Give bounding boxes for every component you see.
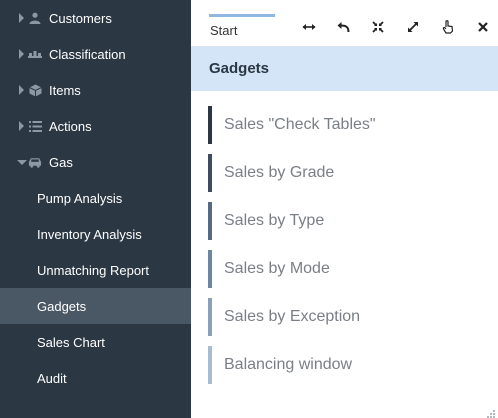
sidebar-item-label: Unmatching Report (37, 262, 149, 278)
resize-grip-icon[interactable] (486, 406, 496, 418)
tab-bar: Start (191, 0, 498, 46)
sidebar-item-items[interactable]: Items (0, 72, 191, 108)
sidebar-item-unmatching-report[interactable]: Unmatching Report (0, 252, 191, 288)
sidebar-item-label: Gas (49, 154, 73, 170)
main-panel: Start Gadgets Sales "Check Tables" Sales … (191, 0, 498, 418)
gadget-label: Balancing window (224, 356, 353, 373)
sidebar-item-actions[interactable]: Actions (0, 108, 191, 144)
gadget-label: Sales by Mode (224, 260, 330, 277)
sidebar-item-pump-analysis[interactable]: Pump Analysis (0, 180, 191, 216)
gadget-item[interactable]: Sales by Mode (208, 250, 478, 288)
compress-icon[interactable] (368, 17, 388, 37)
swap-horizontal-icon[interactable] (299, 17, 319, 37)
gadget-label: Sales by Type (224, 212, 325, 229)
cube-icon (28, 83, 42, 97)
list-icon (28, 119, 42, 133)
gadget-item[interactable]: Sales by Grade (208, 154, 478, 192)
sidebar-item-gas[interactable]: Gas (0, 144, 191, 180)
gadget-accent-bar (208, 154, 212, 192)
gadget-accent-bar (208, 250, 212, 288)
close-icon[interactable] (473, 17, 493, 37)
gadget-label: Sales by Exception (224, 308, 361, 325)
sidebar-item-inventory-analysis[interactable]: Inventory Analysis (0, 216, 191, 252)
classification-icon (28, 47, 42, 61)
sidebar-item-label: Actions (49, 118, 92, 134)
gadget-accent-bar (208, 346, 212, 384)
sidebar-item-label: Pump Analysis (37, 190, 123, 206)
gadget-item[interactable]: Sales "Check Tables" (208, 106, 478, 144)
sidebar-item-label: Sales Chart (37, 334, 105, 350)
gadget-item[interactable]: Balancing window (208, 346, 478, 384)
gadget-accent-bar (208, 202, 212, 240)
sidebar-item-label: Items (49, 82, 81, 98)
sidebar-item-label: Audit (37, 370, 67, 386)
page-title: Gadgets (191, 46, 498, 91)
sidebar-item-gadgets[interactable]: Gadgets (0, 288, 191, 324)
gadget-item[interactable]: Sales by Exception (208, 298, 478, 336)
sidebar-item-label: Classification (49, 46, 126, 62)
person-icon (28, 11, 42, 25)
expand-icon[interactable] (403, 17, 423, 37)
sidebar-item-label: Customers (49, 10, 112, 26)
tab-start[interactable]: Start (209, 14, 275, 46)
gadget-label: Sales "Check Tables" (224, 116, 376, 133)
hand-pointer-icon[interactable] (438, 17, 458, 37)
undo-icon[interactable] (333, 17, 353, 37)
gadget-accent-bar (208, 106, 212, 144)
sidebar: Customers Classification Items Actions G… (0, 0, 191, 418)
sidebar-item-sales-chart[interactable]: Sales Chart (0, 324, 191, 360)
sidebar-item-audit[interactable]: Audit (0, 360, 191, 396)
gadget-accent-bar (208, 298, 212, 336)
sidebar-item-customers[interactable]: Customers (0, 0, 191, 36)
gadget-label: Sales by Grade (224, 164, 335, 181)
gadget-item[interactable]: Sales by Type (208, 202, 478, 240)
car-icon (28, 155, 42, 169)
sidebar-item-label: Gadgets (37, 298, 87, 314)
sidebar-item-label: Inventory Analysis (37, 226, 142, 242)
sidebar-item-classification[interactable]: Classification (0, 36, 191, 72)
